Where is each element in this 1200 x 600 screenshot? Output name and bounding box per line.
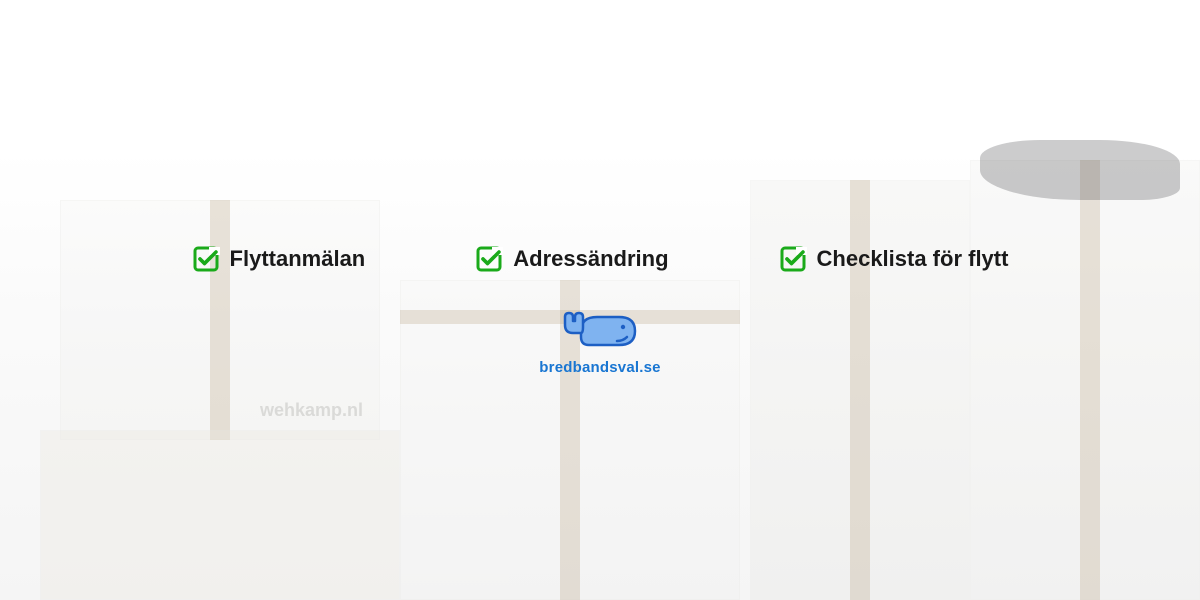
whale-icon	[561, 303, 639, 353]
brand-logo: bredbandsval.se	[539, 303, 660, 376]
feature-label: Adressändring	[513, 246, 668, 272]
feature-item-adressandring: Adressändring	[475, 245, 668, 273]
checkmark-icon	[475, 245, 503, 273]
logo-text: bredbandsval.se	[539, 359, 660, 376]
main-content: Flyttanmälan Adressändring	[0, 0, 1200, 600]
feature-item-flyttanmalan: Flyttanmälan	[192, 245, 366, 273]
feature-item-checklista: Checklista för flytt	[779, 245, 1009, 273]
feature-label: Flyttanmälan	[230, 246, 366, 272]
checkmark-icon	[779, 245, 807, 273]
checkmark-icon	[192, 245, 220, 273]
feature-row: Flyttanmälan Adressändring	[192, 245, 1009, 273]
feature-label: Checklista för flytt	[817, 246, 1009, 272]
